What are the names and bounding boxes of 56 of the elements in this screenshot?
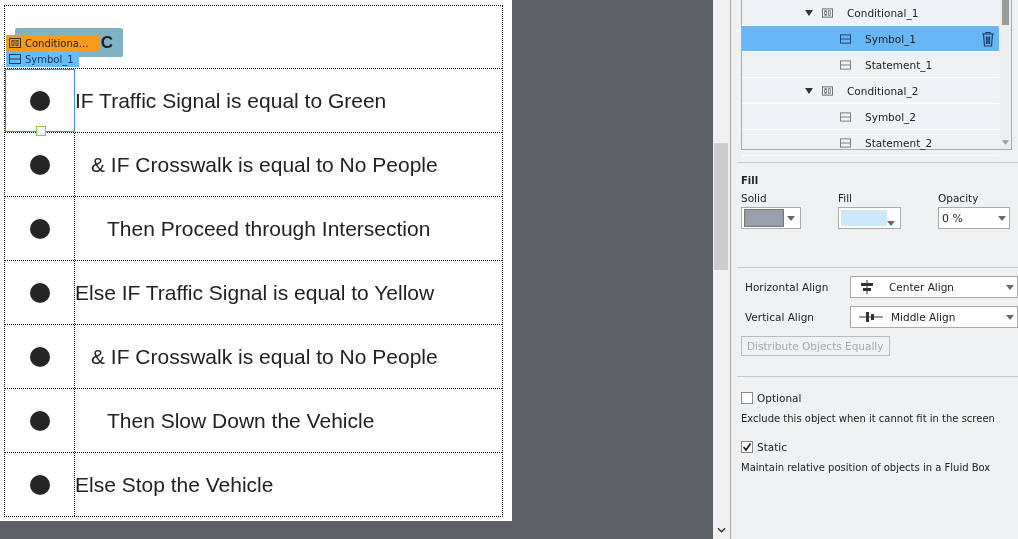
middle-align-icon <box>859 310 883 324</box>
bullet-dot <box>29 410 50 431</box>
color-picker[interactable] <box>838 207 901 229</box>
object-tag[interactable]: Conditiona... <box>6 35 99 51</box>
section-title: Fill <box>741 175 760 186</box>
columns-icon <box>9 38 21 48</box>
tree-item[interactable]: Symbol_1 <box>742 26 999 52</box>
rows-icon <box>840 137 851 148</box>
rows-icon <box>9 54 21 64</box>
option-description: Exclude this object when it cannot fit in the screen <box>741 413 996 424</box>
bullet-dot <box>29 474 50 495</box>
scrollbar[interactable] <box>713 0 730 539</box>
field-label: Vertical Align <box>744 311 815 323</box>
field-label: Opacity <box>938 192 980 204</box>
option-description: Maintain relative position of objects in a Fluid Box <box>741 462 992 473</box>
bullet-dot <box>30 90 50 111</box>
expand-icon[interactable] <box>805 87 813 94</box>
scroll-thumb[interactable] <box>1002 0 1009 25</box>
field-label: Horizontal Align <box>744 281 830 293</box>
bullet-dot <box>29 218 50 239</box>
statement-text: & IF Crosswalk is equal to No People <box>91 152 438 177</box>
field-label: Fill <box>838 192 854 204</box>
statement-text: & IF Crosswalk is equal to No People <box>91 344 438 369</box>
resize-handle[interactable] <box>36 126 46 136</box>
align-dropdown[interactable]: Center Align <box>850 276 1018 298</box>
bullet-dot <box>29 154 50 175</box>
statement-text: Else Stop the Vehicle <box>75 472 274 497</box>
rows-icon <box>840 111 851 122</box>
delete-icon[interactable] <box>981 30 995 47</box>
statement-text: IF Traffic Signal is equal to Green <box>75 88 387 113</box>
statement-text: Then Slow Down the Vehicle <box>107 408 375 433</box>
center-align-icon <box>859 280 875 294</box>
rows-icon <box>840 59 851 70</box>
bullet-dot <box>29 346 50 367</box>
align-dropdown[interactable]: Middle Align <box>850 306 1018 328</box>
columns-icon <box>822 7 833 18</box>
expand-icon[interactable] <box>805 9 813 16</box>
statement-text: Then Proceed through Intersection <box>107 216 431 241</box>
chevron-down-icon[interactable] <box>717 527 726 533</box>
color-picker[interactable] <box>741 207 801 229</box>
checkbox-label: Static <box>757 441 788 453</box>
opacity-field[interactable]: 0 % <box>938 207 1010 229</box>
checkbox[interactable] <box>741 441 753 453</box>
bullet-dot <box>29 282 50 303</box>
scroll-thumb[interactable] <box>714 143 728 270</box>
field-label: Solid <box>741 192 768 204</box>
columns-icon <box>822 85 833 96</box>
statement-text: Else IF Traffic Signal is equal to Yellow <box>75 280 435 305</box>
tree-item[interactable]: Statement_1 <box>742 52 999 78</box>
checkbox-label: Optional <box>757 392 802 404</box>
checkbox[interactable] <box>741 392 753 404</box>
tree-item[interactable]: Statement_2 <box>742 130 999 156</box>
rows-icon <box>840 33 851 44</box>
object-tag[interactable]: Symbol_1 <box>6 51 79 67</box>
tree-item[interactable]: Symbol_2 <box>742 104 999 130</box>
tree-item[interactable]: Conditional_2 <box>742 78 999 104</box>
